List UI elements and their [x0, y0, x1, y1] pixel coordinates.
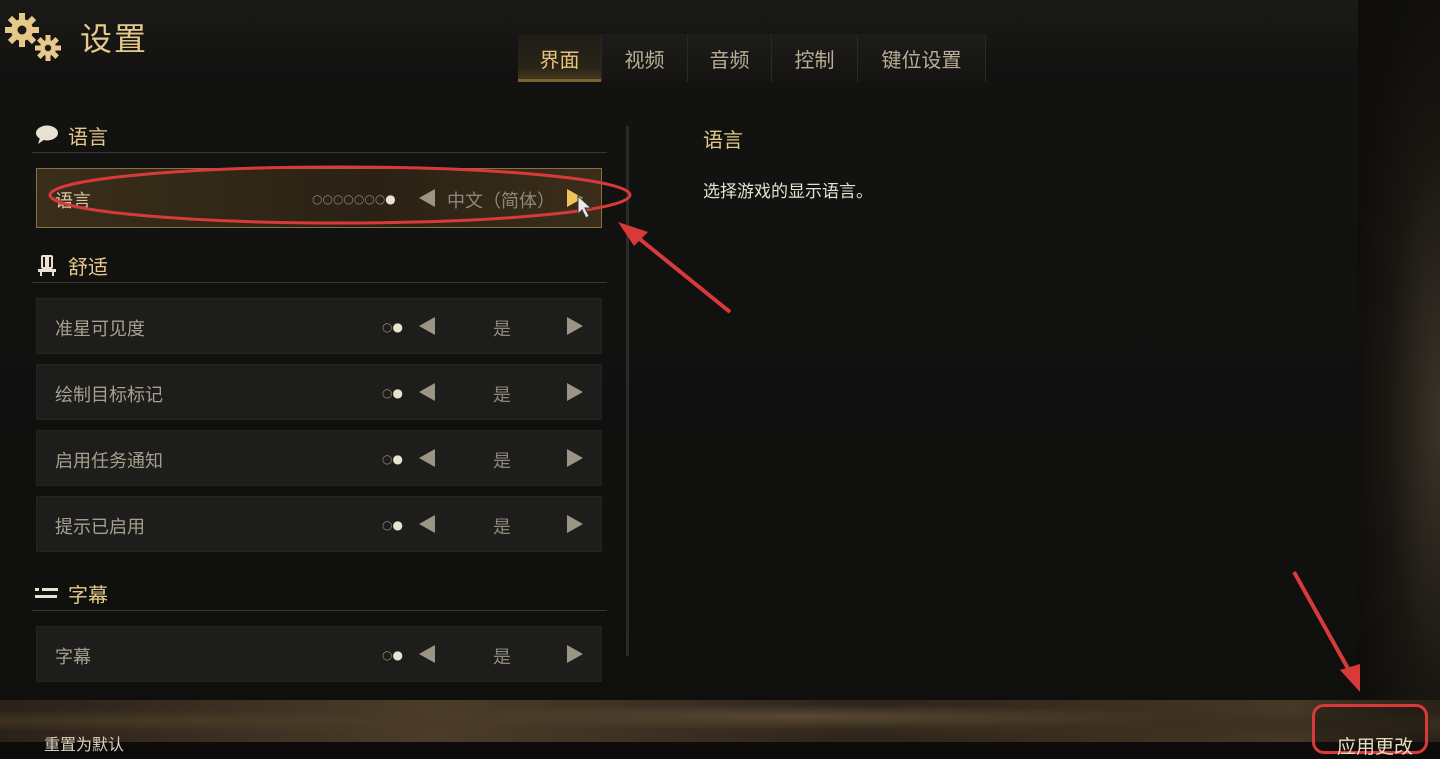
- arrow-right-icon[interactable]: [567, 449, 583, 467]
- option-dots: ○●: [382, 452, 403, 466]
- speech-bubble-icon: [36, 125, 58, 144]
- section-title: 舒适: [68, 255, 108, 279]
- arrow-left-icon[interactable]: [419, 515, 435, 533]
- scrollbar[interactable]: [626, 126, 629, 656]
- option-dots: ○●: [382, 648, 403, 662]
- setting-row-language[interactable]: 语言 ○○○○○○○● 中文（简体）: [36, 168, 602, 228]
- gears-icon: [5, 13, 61, 61]
- tab-bar: 界面 视频 音频 控制 键位设置: [518, 34, 986, 82]
- option-dots: ○●: [382, 518, 403, 532]
- option-dots: ○●: [382, 320, 403, 334]
- tab-controls[interactable]: 控制: [772, 34, 858, 82]
- setting-value: 是: [493, 451, 511, 472]
- arrow-right-icon[interactable]: [567, 317, 583, 335]
- page-title: 设置: [80, 20, 149, 58]
- background-art: [0, 700, 1440, 742]
- settings-list: 语言 语言 ○○○○○○○● 中文（简体） 舒适 准星可见度 ○● 是 绘制目标…: [32, 112, 607, 692]
- section-comfort: 舒适: [32, 246, 607, 283]
- tab-audio[interactable]: 音频: [688, 34, 772, 82]
- header-bar: 设置 界面 视频 音频 控制 键位设置: [0, 0, 1358, 82]
- setting-row-hints[interactable]: 提示已启用 ○● 是: [36, 496, 602, 552]
- arrow-right-icon[interactable]: [567, 515, 583, 533]
- setting-label: 字幕: [55, 647, 91, 668]
- arrow-left-icon[interactable]: [419, 383, 435, 401]
- section-title: 语言: [68, 125, 108, 149]
- description-title: 语言: [703, 128, 743, 152]
- option-dots: ○●: [382, 386, 403, 400]
- tab-video[interactable]: 视频: [602, 34, 688, 82]
- arrow-left-icon[interactable]: [419, 449, 435, 467]
- tab-interface[interactable]: 界面: [518, 34, 602, 82]
- setting-label: 准星可见度: [55, 319, 145, 340]
- setting-label: 绘制目标标记: [55, 385, 163, 406]
- setting-label: 启用任务通知: [55, 451, 163, 472]
- arrow-left-icon[interactable]: [419, 645, 435, 663]
- arrow-right-icon[interactable]: [567, 189, 583, 207]
- section-title: 字幕: [68, 583, 108, 607]
- tab-keybindings[interactable]: 键位设置: [858, 34, 986, 82]
- option-dots: ○○○○○○○●: [312, 192, 396, 206]
- decorative-frame: [1358, 0, 1440, 700]
- arrow-right-icon[interactable]: [567, 645, 583, 663]
- setting-row-task-notify[interactable]: 启用任务通知 ○● 是: [36, 430, 602, 486]
- setting-label: 语言: [55, 191, 91, 212]
- list-icon: [35, 588, 58, 598]
- section-language: 语言: [32, 116, 607, 153]
- setting-value: 是: [493, 319, 511, 340]
- setting-value: 是: [493, 647, 511, 668]
- setting-row-subtitles[interactable]: 字幕 ○● 是: [36, 626, 602, 682]
- arrow-left-icon[interactable]: [419, 317, 435, 335]
- reset-defaults-button[interactable]: 重置为默认: [44, 731, 124, 755]
- setting-value: 是: [493, 385, 511, 406]
- arrow-left-icon[interactable]: [419, 189, 435, 207]
- description-text: 选择游戏的显示语言。: [703, 182, 873, 202]
- seat-icon: [38, 255, 56, 276]
- section-subtitles: 字幕: [32, 574, 607, 611]
- arrow-right-icon[interactable]: [567, 383, 583, 401]
- apply-changes-button[interactable]: 应用更改: [1312, 704, 1428, 758]
- setting-label: 提示已启用: [55, 517, 145, 538]
- setting-row-crosshair[interactable]: 准星可见度 ○● 是: [36, 298, 602, 354]
- setting-value: 中文（简体）: [447, 191, 555, 212]
- setting-value: 是: [493, 517, 511, 538]
- setting-row-target-marker[interactable]: 绘制目标标记 ○● 是: [36, 364, 602, 420]
